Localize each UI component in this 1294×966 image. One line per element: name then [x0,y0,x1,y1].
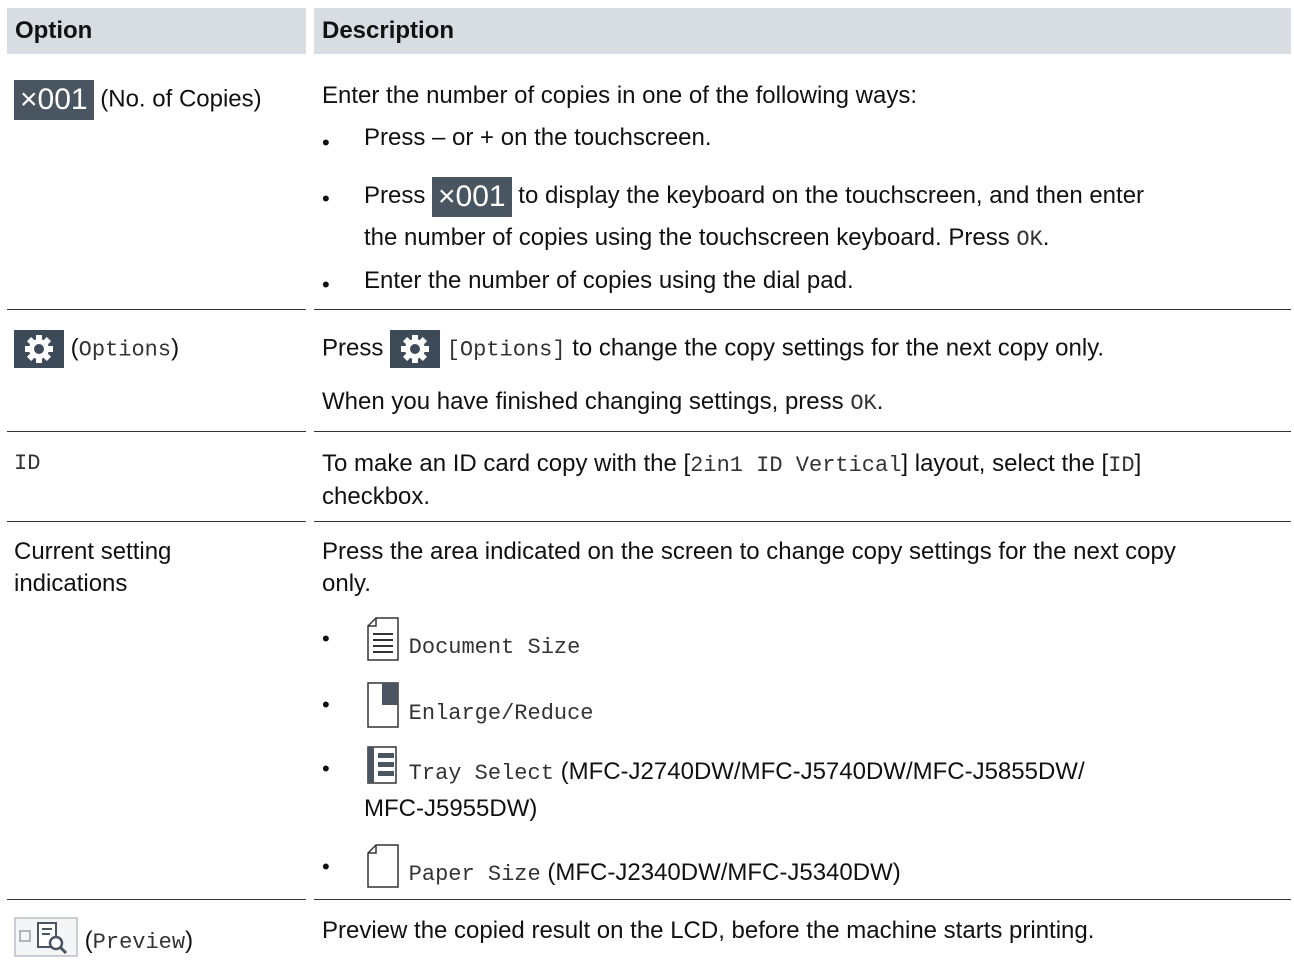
options-option: (Options) [14,330,304,368]
row-divider [314,521,1291,522]
options-desc-2: When you have finished changing settings… [322,388,884,416]
gear-icon [390,330,441,368]
copies-bullet-2-line2: the number of copies using the touchscre… [364,224,1050,252]
header-description: Description [314,8,1291,54]
options-desc: Press [Options] to change the copy setti… [322,330,1282,368]
row-divider [7,899,306,900]
header-option: Option [7,8,306,54]
current-option: Current setting indications [14,538,172,597]
id-desc-2: checkbox. [322,483,431,510]
id-option: ID [14,451,41,476]
bullet: • [322,186,330,211]
enlarge-reduce-icon [364,681,402,744]
current-item-paper-size: Paper Size (MFC-J2340DW/MFC-J5340DW) [364,843,1274,904]
bullet: • [322,626,330,651]
current-item-document-size: Document Size [364,616,1274,677]
bullet: • [322,756,330,781]
document-size-icon [364,616,402,677]
bullet: • [322,692,330,717]
copies-bullet-3: Enter the number of copies using the dia… [364,267,854,294]
current-item-tray-select-line2: MFC-J5955DW) [364,795,538,822]
current-item-enlarge-reduce: Enlarge/Reduce [364,681,1274,744]
preview-label: Preview [92,929,186,955]
row-divider [7,309,306,310]
copies-badge: ×001 [14,80,94,120]
copies-bullet-2: Press ×001 to display the keyboard on th… [364,174,1274,218]
copies-bullet-1: Press – or + on the touchscreen. [364,124,712,151]
row-divider [314,431,1291,432]
copies-option: ×001 (No. of Copies) [14,80,304,120]
paper-size-icon [364,843,402,904]
copies-label: (No. of Copies) [100,85,262,113]
bullet: • [322,272,330,297]
row-divider [314,309,1291,310]
gear-icon [14,330,64,368]
id-desc: To make an ID card copy with the [2in1 I… [322,450,1142,478]
current-intro: Press the area indicated on the screen t… [322,538,1176,565]
bullet: • [322,854,330,879]
preview-desc: Preview the copied result on the LCD, be… [322,917,1095,944]
copies-badge-inline: ×001 [432,176,512,217]
bullet: • [322,130,330,155]
row-divider [7,521,306,522]
current-intro-2: only. [322,570,371,597]
row-divider [314,899,1291,900]
options-label: Options [78,337,172,363]
copies-intro: Enter the number of copies in one of the… [322,82,918,109]
row-divider [7,431,306,432]
